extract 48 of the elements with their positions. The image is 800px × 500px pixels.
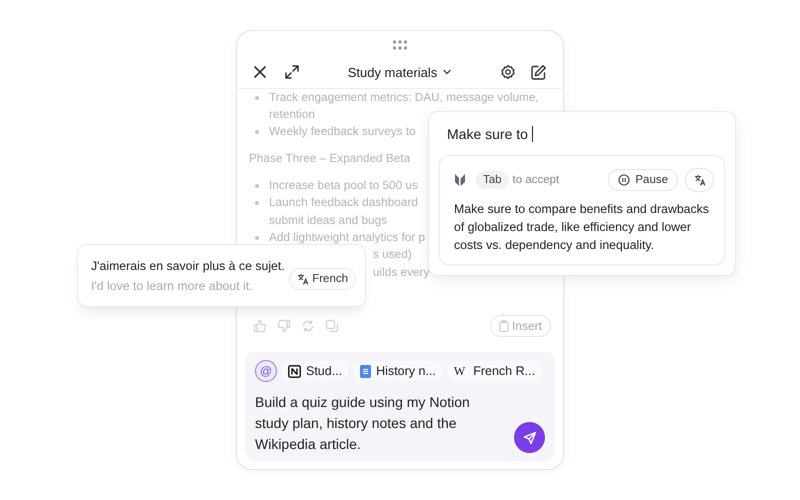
close-icon[interactable] bbox=[253, 65, 267, 80]
key-badge: Tab bbox=[476, 171, 509, 189]
context-chip[interactable]: History n... bbox=[353, 361, 443, 381]
message-input[interactable]: Build a quiz guide using my Notion study plan, history notes and the Wikipedia article. bbox=[255, 392, 495, 455]
translate-button[interactable] bbox=[685, 168, 714, 192]
list-item-text: Track engagement metrics: DAU, message volume, bbox=[269, 88, 539, 106]
expand-icon[interactable] bbox=[284, 64, 300, 80]
text-cursor bbox=[532, 126, 533, 142]
original-text: J'aimerais en savoir plus à ce sujet. bbox=[91, 258, 285, 272]
list-item-text: Launch feedback dashboard bbox=[269, 194, 418, 212]
accept-hint: to accept bbox=[512, 174, 560, 186]
list-item-text: Weekly feedback surveys to bbox=[269, 123, 416, 140]
title-dropdown[interactable]: Study materials bbox=[348, 64, 452, 80]
logo-icon bbox=[288, 364, 301, 378]
translated-text: I'd love to learn more about it. bbox=[91, 278, 254, 292]
send-button[interactable] bbox=[514, 422, 545, 453]
context-chip[interactable]: W French R... bbox=[446, 360, 542, 382]
wiki-logo: W bbox=[454, 364, 466, 378]
thumbs-up-icon[interactable] bbox=[253, 319, 267, 334]
context-chip[interactable]: Stud... bbox=[281, 361, 350, 381]
pause-button[interactable]: Pause bbox=[608, 169, 678, 191]
section-heading: Phase Three – Expanded Beta bbox=[249, 150, 410, 167]
bullet-icon bbox=[255, 201, 259, 206]
bullet-icon bbox=[255, 236, 259, 240]
drag-handle-icon[interactable] bbox=[392, 40, 408, 50]
bullet-icon bbox=[255, 184, 259, 188]
list-item-text: s used) bbox=[373, 246, 412, 264]
list-item-text: Increase beta pool to 500 us bbox=[269, 177, 418, 194]
mention-button[interactable]: @ bbox=[255, 360, 277, 382]
translate-icon bbox=[694, 174, 705, 186]
suggestion-text: Make sure to compare benefits and drawbacks of globalized trade, like efficiency and lower costs vs. dependency and inequality. bbox=[454, 201, 710, 254]
clipboard-icon bbox=[498, 320, 509, 332]
list-item-text: retention bbox=[269, 106, 315, 124]
language-button[interactable]: French bbox=[289, 268, 356, 290]
pause-icon bbox=[618, 174, 630, 186]
text-input[interactable]: Make sure to bbox=[447, 126, 533, 142]
list-item-text: Add lightweight analytics for p bbox=[269, 228, 426, 246]
send-icon bbox=[522, 430, 536, 444]
document-icon bbox=[360, 364, 372, 378]
translate-icon bbox=[297, 272, 308, 284]
bullet-icon bbox=[255, 130, 259, 134]
list-item-text: submit ideas and bugs bbox=[269, 212, 388, 229]
thumbs-down-icon[interactable] bbox=[277, 319, 291, 334]
logo-icon bbox=[454, 173, 466, 187]
list-item-text: uilds every bbox=[373, 264, 430, 281]
edit-icon[interactable] bbox=[530, 64, 547, 81]
bullet-icon bbox=[255, 96, 259, 100]
settings-icon[interactable] bbox=[500, 64, 516, 80]
